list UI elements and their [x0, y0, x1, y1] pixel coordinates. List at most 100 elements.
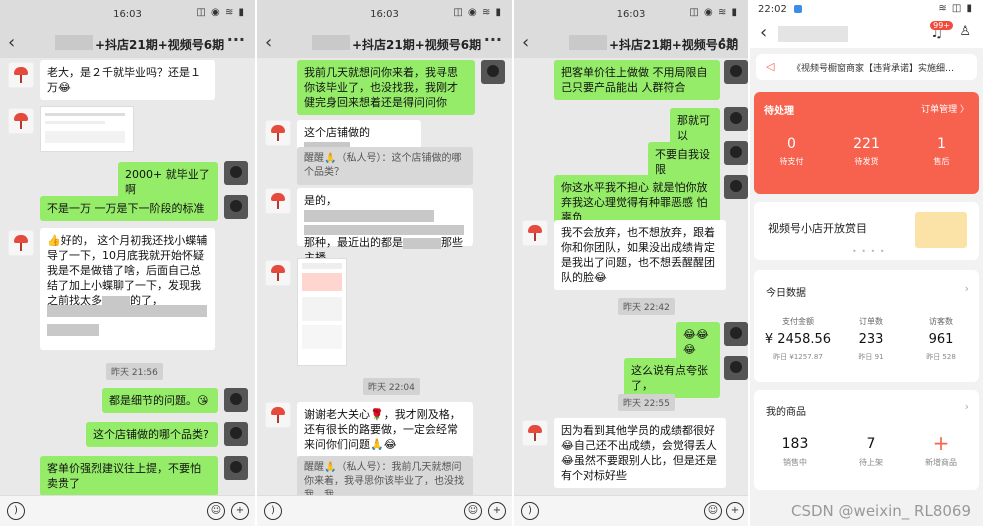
message-list[interactable]: 我前几天就想问你来着，我寻思你该毕业了，也没找我，我刚才健完身回来想着还是得问问…	[257, 58, 512, 508]
avatar[interactable]	[724, 175, 748, 199]
status-bar: 16:03 ◫ ◉ ≋ ▮	[257, 0, 512, 30]
status-icons: ◫ ◉ ≋ ▮	[196, 7, 245, 18]
notification-badge: 99+	[930, 21, 953, 30]
today-data-card[interactable]: 今日数据 › 支付金额 ¥ 2458.56 昨日 ¥1257.87 订单数 23…	[754, 270, 979, 382]
today-item[interactable]: 访客数 961 昨日 528	[906, 316, 976, 362]
message-bubble[interactable]: 是的， 那种，最近出的都是那些主播	[297, 188, 473, 264]
message-bubble[interactable]: 不是一万 一万是下一阶段的标准	[40, 196, 218, 221]
timestamp: 昨天 22:55	[618, 394, 675, 411]
back-icon[interactable]: ‹	[522, 32, 529, 53]
avatar[interactable]	[522, 220, 548, 246]
quoted-message[interactable]: 醒醒🙏（私人号）：这个店铺做的哪个品类？	[297, 147, 473, 185]
plus-icon[interactable]: +	[726, 502, 744, 520]
goods-item[interactable]: 183 销售中	[760, 436, 830, 468]
avatar[interactable]	[265, 402, 291, 428]
today-sub: 昨日 ¥1257.87	[773, 353, 823, 361]
avatar[interactable]	[224, 422, 248, 446]
voice-icon[interactable]: )	[264, 502, 282, 520]
back-icon[interactable]: ‹	[265, 32, 272, 53]
more-icon[interactable]: ···	[484, 30, 502, 49]
message-bubble[interactable]: 👍好的， 这个月初我还找小蝶辅导了一下，10月底我就开始怀疑我是不是做错了啥，后…	[40, 228, 215, 350]
pending-item[interactable]: 221 待发货	[829, 136, 904, 167]
avatar[interactable]	[724, 107, 748, 131]
message-list[interactable]: 老大，是２千就毕业吗？还是１万😂 2000+ 就毕业了啊 不是一万 一万是下一阶…	[0, 58, 255, 496]
voice-icon[interactable]: )	[521, 502, 539, 520]
today-item[interactable]: 订单数 233 昨日 91	[836, 316, 906, 362]
screenshot-image[interactable]	[40, 106, 134, 152]
avatar[interactable]	[265, 260, 291, 286]
avatar[interactable]	[724, 60, 748, 84]
profile-icon[interactable]: ♙	[959, 24, 971, 39]
more-icon[interactable]: ···	[227, 30, 245, 49]
message-bubble[interactable]: 老大，是２千就毕业吗？还是１万😂	[40, 60, 215, 100]
chat-panel-2: 16:03 ◫ ◉ ≋ ▮ ‹ +抖店21期+视频号6期 ··· 我前几天就想问…	[257, 0, 512, 526]
more-icon[interactable]: ···	[720, 30, 738, 49]
pending-item[interactable]: 0 待支付	[754, 136, 829, 167]
back-icon[interactable]: ‹	[760, 22, 767, 43]
redaction	[47, 324, 99, 336]
message-bubble[interactable]: 这么说有点夸张了，	[624, 358, 720, 398]
message-bubble[interactable]: 我不会放弃，也不想放弃，跟着你和你团队，如果没出成绩肯定是我出了问题，也不想丢醒…	[554, 220, 726, 290]
goods-label: 待上架	[859, 458, 883, 467]
avatar[interactable]	[724, 356, 748, 380]
avatar[interactable]	[724, 322, 748, 346]
avatar[interactable]	[224, 388, 248, 412]
emoji-icon[interactable]: ☺	[704, 502, 722, 520]
message-bubble[interactable]: 我前几天就想问你来着，我寻思你该毕业了，也没找我，我刚才健完身回来想着还是得问问…	[297, 60, 475, 115]
message-list[interactable]: 把客单价往上做做 不用局限自己只要产品能出 人群符合 那就可以 不要自我设限 你…	[514, 58, 748, 496]
today-item[interactable]: 支付金额 ¥ 2458.56 昨日 ¥1257.87	[760, 316, 836, 362]
plus-icon[interactable]: +	[231, 502, 249, 520]
today-sub: 昨日 91	[858, 353, 884, 361]
emoji-icon[interactable]: ☺	[464, 502, 482, 520]
pending-item[interactable]: 1 售后	[904, 136, 979, 167]
shop-panel: 22:02 ≋ ◫ ▮ ‹ ♫ 99+ ♙ ◁ 《视频号橱窗商家【违背承诺】实施…	[750, 0, 983, 526]
message-text: 那种，最近出的都是	[304, 236, 403, 249]
avatar[interactable]	[265, 188, 291, 214]
input-bar: ) ☺ +	[0, 495, 255, 526]
avatar[interactable]	[224, 161, 248, 185]
notice-bar[interactable]: ◁ 《视频号橱窗商家【违背承诺】实施细…	[756, 54, 977, 80]
message-bubble[interactable]: 😂😂😂	[676, 322, 720, 362]
status-bar: 22:02 ≋ ◫ ▮	[750, 0, 983, 20]
timestamp: 昨天 22:42	[618, 298, 675, 315]
today-label: 订单数	[859, 317, 883, 326]
plus-icon[interactable]: +	[488, 502, 506, 520]
avatar[interactable]	[8, 108, 34, 134]
message-bubble[interactable]: 把客单价往上做做 不用局限自己只要产品能出 人群符合	[554, 60, 720, 100]
title-redaction	[312, 35, 350, 50]
avatar[interactable]	[8, 230, 34, 256]
order-manage-link[interactable]: 订单管理 〉	[921, 102, 969, 115]
voice-icon[interactable]: )	[7, 502, 25, 520]
avatar[interactable]	[265, 120, 291, 146]
screenshot-image[interactable]	[297, 258, 347, 366]
emoji-icon[interactable]: ☺	[207, 502, 225, 520]
avatar[interactable]	[224, 456, 248, 480]
add-goods-button[interactable]: + 新增商品	[906, 432, 976, 468]
chevron-right-icon[interactable]: ›	[965, 282, 969, 295]
avatar[interactable]	[481, 60, 505, 84]
chat-title-bar: ‹ +抖店21期+视频号6期 ···	[514, 30, 748, 58]
message-bubble[interactable]: 因为看到其他学员的成绩都很好😂自己还不出成绩，会觉得丢人😂虽然不要跟别人比，但是…	[554, 418, 726, 488]
goods-item[interactable]: 7 待上架	[836, 436, 906, 468]
banner-card[interactable]: 视频号小店开放赏目 • • • •	[754, 202, 979, 260]
today-value: 233	[858, 332, 884, 347]
status-icons: ≋ ◫ ▮	[938, 3, 973, 14]
message-bubble[interactable]: 客单价强烈建议往上提，不要怕卖贵了	[40, 456, 218, 496]
message-text: 这个店铺做的	[304, 126, 370, 139]
message-bubble[interactable]: 都是细节的问题。😘	[102, 388, 218, 413]
redaction	[403, 237, 441, 249]
notice-text: 《视频号橱窗商家【违背承诺】实施细…	[792, 64, 955, 74]
avatar[interactable]	[522, 420, 548, 446]
avatar[interactable]	[224, 195, 248, 219]
avatar[interactable]	[8, 62, 34, 88]
pending-card[interactable]: 待处理 订单管理 〉 0 待支付 221 待发货 1 售后	[754, 92, 979, 194]
message-bubble[interactable]: 这个店铺做的哪个品类?	[86, 422, 218, 447]
chevron-right-icon[interactable]: ›	[965, 400, 969, 413]
status-icons: ◫ ◉ ≋ ▮	[689, 7, 738, 18]
status-bar: 16:03 ◫ ◉ ≋ ▮	[0, 0, 255, 30]
timestamp: 昨天 22:04	[363, 378, 420, 395]
avatar[interactable]	[724, 141, 748, 165]
message-bubble[interactable]: 谢谢老大关心🌹，我才刚及格，还有很长的路要做，一定会经常来问你们问题🙏😂	[297, 402, 473, 457]
back-icon[interactable]: ‹	[8, 32, 15, 53]
my-goods-card[interactable]: 我的商品 › 183 销售中 7 待上架 + 新增商品	[754, 390, 979, 490]
